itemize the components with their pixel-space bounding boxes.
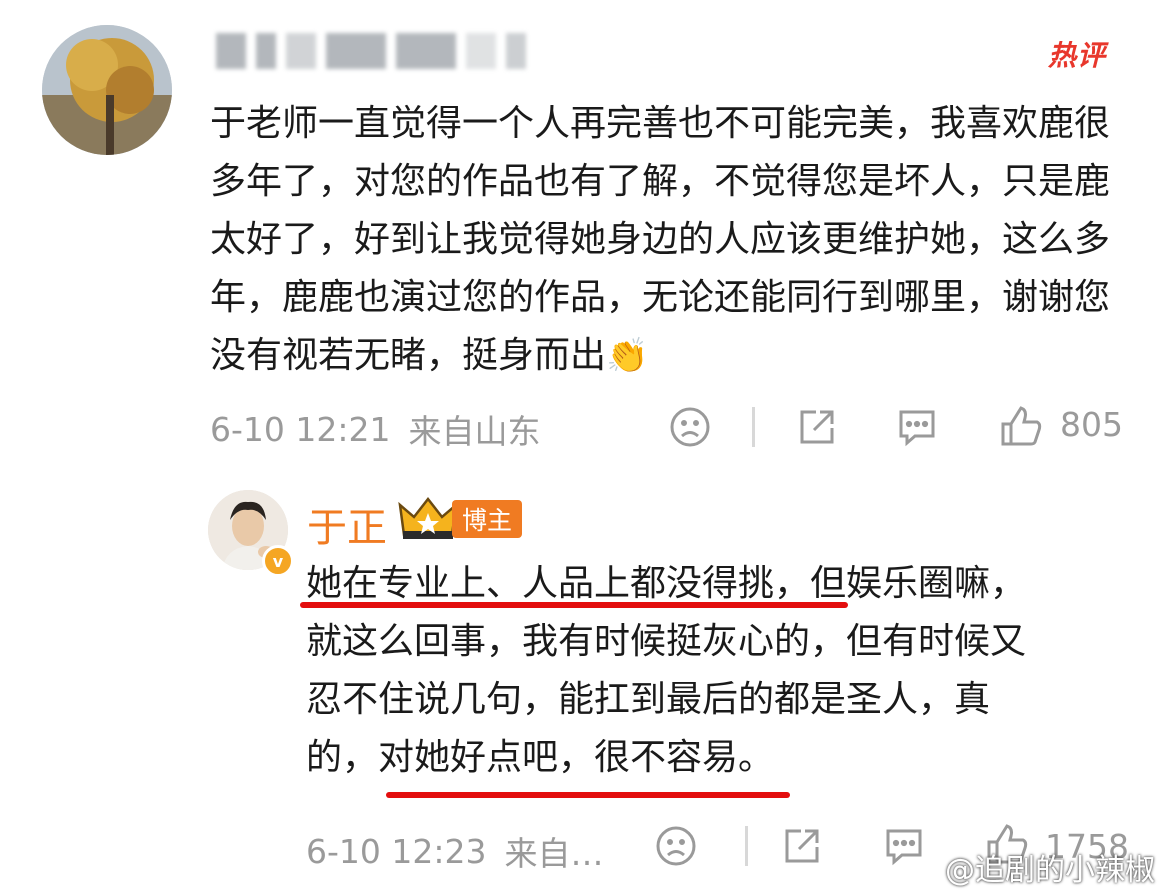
reply-line-2: 就这么回事，我有时候挺灰心的，但有时候又 [306, 621, 1027, 662]
comment-icon[interactable] [895, 405, 939, 449]
comment-icon[interactable] [882, 824, 926, 868]
highlight-underline [386, 792, 790, 798]
hot-comment-badge: 热评 [1048, 39, 1107, 72]
crown-icon [398, 495, 458, 541]
verified-badge-icon: v [262, 545, 294, 577]
like-count: 805 [1060, 405, 1123, 444]
reply-line-4: 的，对她好点吧，很不容易。 [306, 737, 775, 778]
divider [752, 407, 755, 447]
sad-face-icon[interactable] [668, 405, 712, 449]
commenter-avatar[interactable] [42, 25, 172, 155]
comment-text: 于老师一直觉得一个人再完善也不可能完美，我喜欢鹿很多年了，对您的作品也有了解，不… [210, 103, 1111, 376]
clap-emoji-icon: 👏 [606, 336, 649, 376]
reply-meta: 6-10 12:23 来自… [306, 827, 604, 875]
comment-body: 于老师一直觉得一个人再完善也不可能完美，我喜欢鹿很多年了，对您的作品也有了解，不… [210, 95, 1140, 385]
highlight-underline [300, 602, 848, 608]
blogger-badge: 博主 [452, 500, 523, 538]
reply-line-3: 忍不住说几句，能扛到最后的都是圣人，真 [306, 679, 991, 720]
blurred-username [216, 30, 526, 72]
divider [745, 826, 748, 866]
reply-author-name[interactable]: 于正 [307, 495, 387, 553]
reply-body: 她在专业上、人品上都没得挑，但娱乐圈嘛， 就这么回事，我有时候挺灰心的，但有时候… [306, 555, 1126, 787]
comment-timestamp: 6-10 12:21 [210, 409, 391, 449]
sad-face-icon[interactable] [654, 824, 698, 868]
watermark: @追剧的小辣椒 [945, 853, 1155, 888]
reply-timestamp: 6-10 12:23 [306, 831, 487, 871]
thumb-up-icon[interactable] [998, 403, 1044, 449]
comment-location: 来自山东 [408, 412, 541, 451]
reply-location: 来自… [504, 834, 604, 873]
share-icon[interactable] [795, 405, 839, 449]
comment-meta: 6-10 12:21 来自山东 [210, 405, 541, 453]
share-icon[interactable] [780, 824, 824, 868]
